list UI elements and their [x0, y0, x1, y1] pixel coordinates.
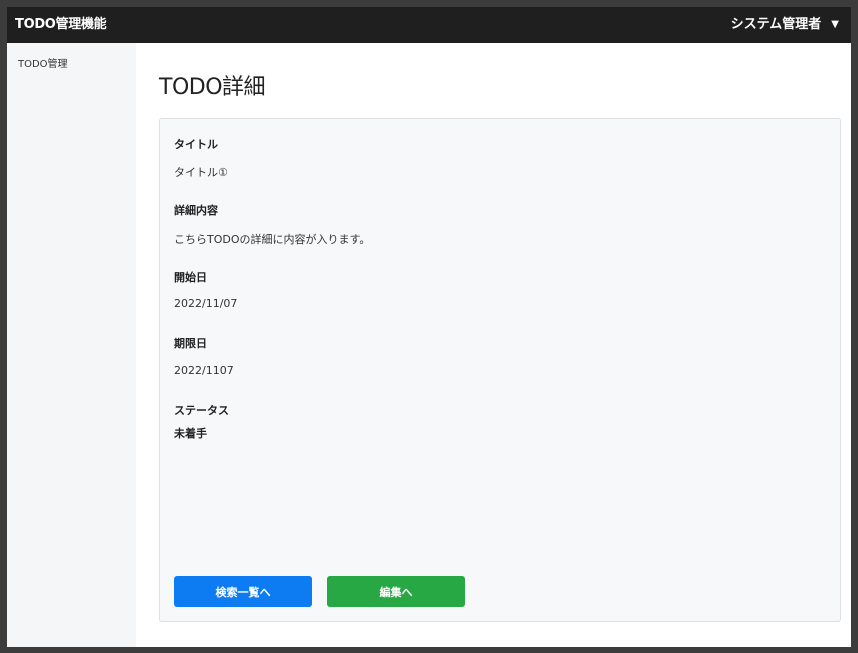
status-label: ステータス	[174, 404, 229, 417]
app-window: TODO管理機能 システム管理者 ▼ TODO管理 TODO詳細 タイトル タイ…	[7, 7, 851, 647]
start-date-value: 2022/11/07	[174, 297, 238, 310]
main-content: TODO詳細 タイトル タイトル① 詳細内容 こちらTODOの詳細に内容が入りま…	[136, 43, 851, 647]
edit-button[interactable]: 編集へ	[327, 576, 465, 607]
sidebar-item-todo-management[interactable]: TODO管理	[18, 55, 68, 70]
top-navbar: TODO管理機能 システム管理者 ▼	[7, 7, 851, 43]
todo-detail-card: タイトル タイトル① 詳細内容 こちらTODOの詳細に内容が入ります。 開始日 …	[159, 118, 841, 622]
due-date-value: 2022/1107	[174, 364, 234, 377]
app-title[interactable]: TODO管理機能	[15, 7, 107, 43]
detail-value: こちらTODOの詳細に内容が入ります。	[174, 233, 371, 246]
back-to-search-list-button[interactable]: 検索一覧へ	[174, 576, 312, 607]
page-title: TODO詳細	[159, 75, 266, 100]
title-label: タイトル	[174, 138, 218, 151]
due-date-label: 期限日	[174, 337, 207, 350]
title-value: タイトル①	[174, 166, 228, 179]
status-value: 未着手	[174, 427, 207, 440]
caret-down-icon: ▼	[831, 19, 839, 30]
detail-label: 詳細内容	[174, 204, 218, 217]
user-menu-dropdown[interactable]: システム管理者 ▼	[731, 7, 839, 43]
start-date-label: 開始日	[174, 271, 207, 284]
screen-frame: TODO管理機能 システム管理者 ▼ TODO管理 TODO詳細 タイトル タイ…	[0, 0, 858, 653]
sidebar: TODO管理	[7, 43, 136, 647]
user-name: システム管理者	[730, 17, 822, 32]
